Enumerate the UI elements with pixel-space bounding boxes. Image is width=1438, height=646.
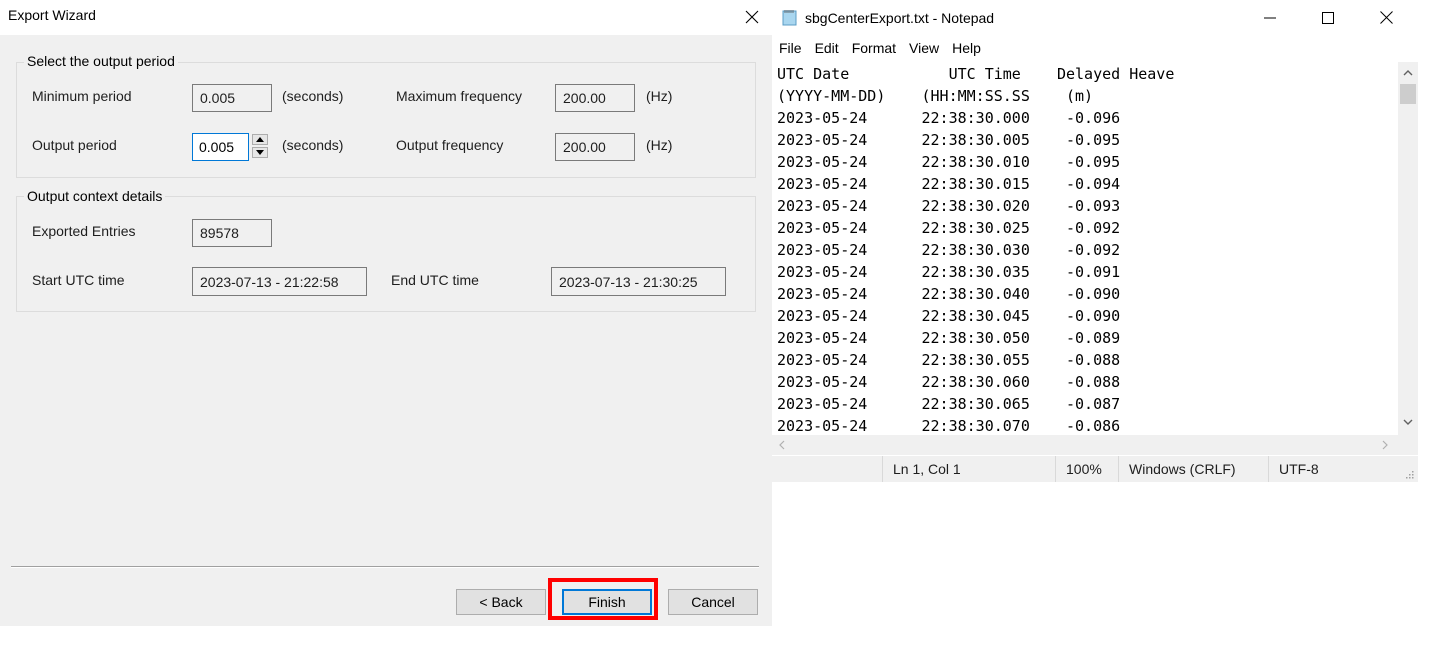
text-editor[interactable]: UTC Date UTC Time Delayed Heave (YYYY-MM… bbox=[772, 62, 1398, 435]
status-line-ending: Windows (CRLF) bbox=[1118, 456, 1268, 482]
scroll-corner bbox=[1398, 435, 1418, 455]
cancel-button[interactable]: Cancel bbox=[668, 589, 758, 615]
output-period-decrement[interactable] bbox=[252, 147, 268, 158]
footer-separator bbox=[11, 566, 759, 568]
maximize-icon bbox=[1322, 11, 1334, 24]
output-period-legend: Select the output period bbox=[24, 53, 178, 69]
menu-format[interactable]: Format bbox=[845, 38, 902, 60]
export-wizard-dialog: Export Wizard Select the output period M… bbox=[0, 0, 772, 626]
scroll-left-icon bbox=[779, 440, 785, 450]
vertical-scroll-thumb[interactable] bbox=[1400, 84, 1416, 104]
arrow-up-icon bbox=[256, 137, 264, 142]
exported-entries-field: 89578 bbox=[192, 219, 272, 247]
output-period-unit: (seconds) bbox=[282, 137, 344, 153]
finish-button[interactable]: Finish bbox=[562, 589, 652, 615]
scroll-right-icon bbox=[1382, 440, 1388, 450]
close-icon bbox=[745, 10, 759, 24]
close-icon bbox=[1379, 11, 1393, 24]
output-frequency-label: Output frequency bbox=[396, 137, 504, 153]
minimize-button[interactable] bbox=[1241, 0, 1299, 35]
menu-view[interactable]: View bbox=[902, 38, 945, 60]
maximum-frequency-unit: (Hz) bbox=[646, 88, 673, 104]
notepad-window: sbgCenterExport.txt - Notepad File Edit … bbox=[772, 0, 1418, 484]
end-utc-label: End UTC time bbox=[391, 272, 479, 288]
wizard-titlebar: Export Wizard bbox=[0, 0, 772, 35]
menu-edit[interactable]: Edit bbox=[808, 38, 845, 60]
minimum-period-label: Minimum period bbox=[32, 88, 132, 104]
output-period-label: Output period bbox=[32, 137, 117, 153]
exported-entries-label: Exported Entries bbox=[32, 223, 136, 239]
maximum-frequency-label: Maximum frequency bbox=[396, 88, 523, 104]
notepad-close-button[interactable] bbox=[1357, 0, 1415, 35]
output-period-increment[interactable] bbox=[252, 134, 268, 145]
end-utc-field: 2023-07-13 - 21:30:25 bbox=[551, 267, 726, 296]
scroll-up-icon bbox=[1403, 70, 1413, 76]
maximum-frequency-field: 200.00 bbox=[555, 84, 635, 112]
status-position: Ln 1, Col 1 bbox=[882, 456, 1055, 482]
menu-bar: File Edit Format View Help bbox=[772, 38, 1418, 60]
status-encoding: UTF-8 bbox=[1268, 456, 1398, 482]
output-frequency-field: 200.00 bbox=[555, 133, 635, 161]
output-frequency-unit: (Hz) bbox=[646, 137, 673, 153]
start-utc-field: 2023-07-13 - 21:22:58 bbox=[192, 267, 367, 296]
minimize-icon bbox=[1264, 17, 1276, 18]
menu-help[interactable]: Help bbox=[945, 38, 987, 60]
file-content: UTC Date UTC Time Delayed Heave (YYYY-MM… bbox=[777, 65, 1175, 435]
maximize-button[interactable] bbox=[1299, 0, 1357, 35]
minimum-period-unit: (seconds) bbox=[282, 88, 344, 104]
menu-file[interactable]: File bbox=[772, 38, 808, 60]
notepad-title: sbgCenterExport.txt - Notepad bbox=[805, 10, 995, 26]
output-context-legend: Output context details bbox=[24, 188, 166, 204]
scroll-down-icon bbox=[1403, 419, 1413, 425]
output-period-input[interactable]: 0.005 bbox=[192, 133, 249, 161]
output-period-group bbox=[16, 62, 756, 178]
notepad-icon bbox=[782, 10, 797, 26]
close-button[interactable] bbox=[736, 2, 768, 32]
back-button[interactable]: < Back bbox=[456, 589, 546, 615]
status-bar: Ln 1, Col 1 100% Windows (CRLF) UTF-8 bbox=[772, 456, 1418, 482]
arrow-down-icon bbox=[256, 150, 264, 155]
resize-grip-icon[interactable] bbox=[1404, 469, 1414, 479]
vertical-scrollbar[interactable] bbox=[1398, 62, 1418, 435]
minimum-period-field: 0.005 bbox=[192, 84, 272, 112]
start-utc-label: Start UTC time bbox=[32, 272, 125, 288]
horizontal-scrollbar[interactable] bbox=[772, 435, 1398, 455]
status-zoom: 100% bbox=[1055, 456, 1118, 482]
wizard-title: Export Wizard bbox=[8, 7, 96, 23]
